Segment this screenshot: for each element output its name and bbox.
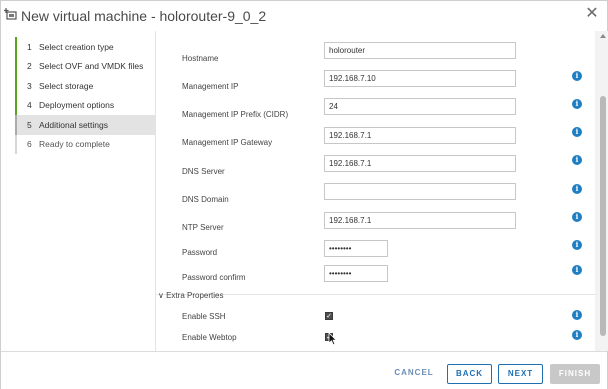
step-number: 5 xyxy=(27,119,32,130)
ntp-server-field[interactable] xyxy=(324,212,516,229)
password-field[interactable] xyxy=(324,240,388,257)
chevron-down-icon: ∨ xyxy=(158,291,164,300)
step-ready-to-complete: 6 Ready to complete xyxy=(15,134,155,154)
ntp-server-label: NTP Server xyxy=(182,223,224,232)
info-icon[interactable]: i xyxy=(572,155,582,165)
hostname-field[interactable] xyxy=(324,42,516,59)
step-select-ovf-files[interactable]: 2 Select OVF and VMDK files xyxy=(15,56,155,76)
step-additional-settings[interactable]: 5 Additional settings xyxy=(15,115,155,135)
management-ip-field[interactable] xyxy=(324,70,516,87)
management-prefix-field[interactable] xyxy=(324,98,516,115)
step-number: 4 xyxy=(27,100,32,111)
dns-domain-field[interactable] xyxy=(324,183,516,200)
dns-server-field[interactable] xyxy=(324,155,516,172)
additional-settings-form: Hostname Management IP i Management IP P… xyxy=(155,31,596,351)
content-panel: Hostname Management IP i Management IP P… xyxy=(155,31,598,351)
new-vm-icon xyxy=(4,8,17,20)
info-icon[interactable]: i xyxy=(572,265,582,275)
management-gateway-label: Management IP Gateway xyxy=(182,138,273,147)
enable-ssh-checkbox[interactable]: ✓ xyxy=(325,312,333,320)
new-vm-dialog: New virtual machine - holorouter-9_0_2 ✕… xyxy=(0,0,608,389)
mouse-cursor-icon xyxy=(328,332,338,346)
wizard-steps: 1 Select creation type 2 Select OVF and … xyxy=(15,37,155,154)
step-deployment-options[interactable]: 4 Deployment options xyxy=(15,95,155,115)
close-icon[interactable]: ✕ xyxy=(583,5,601,23)
dns-server-label: DNS Server xyxy=(182,167,225,176)
step-select-creation-type[interactable]: 1 Select creation type xyxy=(15,37,155,57)
back-button[interactable]: BACK xyxy=(447,364,492,384)
step-label: Deployment options xyxy=(39,100,115,111)
info-icon[interactable]: i xyxy=(572,240,582,250)
info-icon[interactable]: i xyxy=(572,71,582,81)
step-number: 1 xyxy=(27,41,32,52)
scroll-thumb[interactable] xyxy=(600,96,606,336)
dialog-title: New virtual machine - holorouter-9_0_2 xyxy=(21,8,267,24)
title-bar: New virtual machine - holorouter-9_0_2 ✕ xyxy=(1,1,607,31)
info-icon[interactable]: i xyxy=(572,330,582,340)
info-icon[interactable]: i xyxy=(572,184,582,194)
password-confirm-label: Password confirm xyxy=(182,273,246,282)
step-label: Select OVF and VMDK files xyxy=(39,61,144,72)
step-label: Select creation type xyxy=(39,41,114,52)
info-icon[interactable]: i xyxy=(572,310,582,320)
hostname-label: Hostname xyxy=(182,54,219,63)
cancel-button[interactable]: CANCEL xyxy=(389,364,439,384)
management-gateway-field[interactable] xyxy=(324,127,516,144)
extra-properties-label: Extra Properties xyxy=(166,291,224,300)
step-label: Additional settings xyxy=(39,119,108,130)
info-icon[interactable]: i xyxy=(572,212,582,222)
management-prefix-label: Management IP Prefix (CIDR) xyxy=(182,110,289,119)
management-ip-label: Management IP xyxy=(182,82,239,91)
dialog-footer: CANCEL BACK NEXT FINISH xyxy=(1,351,607,389)
step-number: 2 xyxy=(27,61,32,72)
content-scrollbar[interactable] xyxy=(598,31,608,351)
dns-domain-label: DNS Domain xyxy=(182,195,229,204)
scroll-up-icon[interactable] xyxy=(600,34,606,38)
info-icon[interactable]: i xyxy=(572,127,582,137)
password-confirm-field[interactable] xyxy=(324,265,388,282)
password-label: Password xyxy=(182,248,218,257)
next-button[interactable]: NEXT xyxy=(498,364,543,384)
finish-button: FINISH xyxy=(550,364,600,384)
extra-properties-toggle[interactable]: ∨ Extra Properties xyxy=(158,291,223,300)
enable-webtop-label: Enable Webtop xyxy=(182,333,237,342)
step-number: 3 xyxy=(27,80,32,91)
enable-ssh-label: Enable SSH xyxy=(182,312,226,321)
step-select-storage[interactable]: 3 Select storage xyxy=(15,76,155,96)
step-label: Ready to complete xyxy=(39,139,110,150)
step-number: 6 xyxy=(27,139,32,150)
info-icon[interactable]: i xyxy=(572,99,582,109)
step-label: Select storage xyxy=(39,80,94,91)
